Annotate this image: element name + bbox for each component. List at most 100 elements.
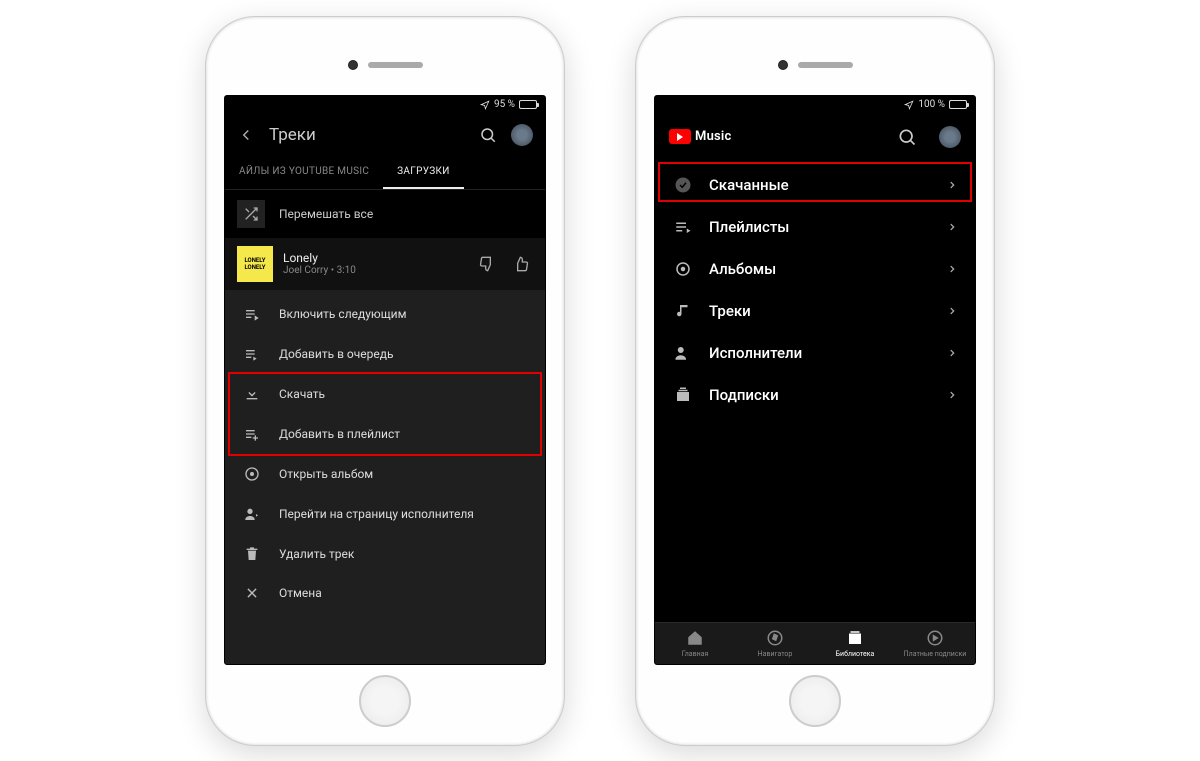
menu-cancel[interactable]: Отмена <box>225 574 545 612</box>
nav-home[interactable]: Главная <box>655 623 735 664</box>
chevron-right-icon <box>947 306 957 316</box>
albums-icon <box>673 260 693 278</box>
nav-label: Платные подписки <box>904 650 967 658</box>
youtube-play-icon <box>669 129 691 144</box>
screen-left: 95 % Треки АЙЛЫ ИЗ YOUTUBE MUSIC ЗАГРУЗК… <box>224 95 546 665</box>
phone-mockup-left: 95 % Треки АЙЛЫ ИЗ YOUTUBE MUSIC ЗАГРУЗК… <box>205 16 565 746</box>
thumb-up-button[interactable] <box>509 256 533 272</box>
youtube-music-logo[interactable]: Music <box>669 129 731 144</box>
battery-text: 100 % <box>918 99 945 110</box>
trash-icon <box>243 546 261 562</box>
queue-icon <box>243 346 261 362</box>
downloaded-icon <box>673 176 693 194</box>
play-next-icon <box>243 306 261 322</box>
search-button[interactable] <box>897 127 917 147</box>
library-item-artists[interactable]: Исполнители <box>655 332 975 374</box>
chevron-right-icon <box>947 222 957 232</box>
location-icon <box>480 100 490 110</box>
chevron-right-icon <box>947 348 957 358</box>
explore-icon <box>766 629 784 647</box>
menu-open-album[interactable]: Открыть альбом <box>225 454 545 494</box>
page-title: Треки <box>269 125 465 145</box>
nav-library[interactable]: Библиотека <box>815 623 895 664</box>
avatar[interactable] <box>939 126 961 148</box>
chevron-right-icon <box>947 180 957 190</box>
avatar[interactable] <box>511 124 533 146</box>
menu-play-next[interactable]: Включить следующим <box>225 294 545 334</box>
library-item-playlists[interactable]: Плейлисты <box>655 206 975 248</box>
phone-mockup-right: 100 % Music Скачанные Плейлисты <box>635 16 995 746</box>
library-item-label: Плейлисты <box>709 218 931 236</box>
artist-icon <box>243 506 261 522</box>
track-artwork: LONELY LONELY <box>237 246 273 282</box>
library-item-label: Скачанные <box>709 176 931 194</box>
playlists-icon <box>673 218 693 236</box>
library-icon <box>846 629 864 647</box>
nav-paid[interactable]: Платные подписки <box>895 623 975 664</box>
nav-label: Навигатор <box>758 650 793 658</box>
front-camera <box>778 60 788 70</box>
app-header: Music <box>655 114 975 160</box>
library-item-label: Треки <box>709 302 931 320</box>
battery-icon <box>519 100 537 109</box>
shuffle-all-row[interactable]: Перемешать все <box>225 190 545 238</box>
track-row[interactable]: LONELY LONELY Lonely Joel Corry • 3:10 <box>225 238 545 290</box>
action-sheet: Включить следующим Добавить в очередь Ск… <box>225 290 545 664</box>
album-icon <box>243 466 261 482</box>
search-button[interactable] <box>479 126 497 144</box>
home-button[interactable] <box>359 675 411 727</box>
page-header: Треки <box>225 114 545 156</box>
brand-text: Music <box>695 129 731 144</box>
playlist-add-icon <box>243 426 261 442</box>
tabs: АЙЛЫ ИЗ YOUTUBE MUSIC ЗАГРУЗКИ <box>225 156 545 190</box>
menu-label: Скачать <box>279 387 325 401</box>
nav-label: Библиотека <box>836 650 875 658</box>
library-item-downloaded[interactable]: Скачанные <box>655 164 975 206</box>
menu-label: Добавить в очередь <box>279 347 394 361</box>
track-title: Lonely <box>283 251 465 265</box>
home-button[interactable] <box>789 675 841 727</box>
menu-goto-artist[interactable]: Перейти на страницу исполнителя <box>225 494 545 534</box>
tab-downloads[interactable]: ЗАГРУЗКИ <box>383 156 464 189</box>
track-meta: Lonely Joel Corry • 3:10 <box>283 251 465 276</box>
earpiece-speaker <box>368 62 423 68</box>
menu-label: Перейти на страницу исполнителя <box>279 507 474 521</box>
location-icon <box>904 100 914 110</box>
back-button[interactable] <box>237 126 255 144</box>
chevron-right-icon <box>947 390 957 400</box>
battery-icon <box>949 100 967 109</box>
download-icon <box>243 386 261 402</box>
library-item-label: Альбомы <box>709 260 931 278</box>
library-item-subscriptions[interactable]: Подписки <box>655 374 975 416</box>
nav-explore[interactable]: Навигатор <box>735 623 815 664</box>
menu-delete-track[interactable]: Удалить трек <box>225 534 545 574</box>
library-item-label: Подписки <box>709 386 931 404</box>
earpiece-speaker <box>798 62 853 68</box>
chevron-right-icon <box>947 264 957 274</box>
bottom-nav: Главная Навигатор Библиотека Платные под… <box>655 622 975 664</box>
library-item-albums[interactable]: Альбомы <box>655 248 975 290</box>
menu-download[interactable]: Скачать <box>225 374 545 414</box>
artists-icon <box>673 344 693 362</box>
menu-label: Отмена <box>279 586 322 600</box>
front-camera <box>348 60 358 70</box>
battery-text: 95 % <box>494 99 515 110</box>
paid-icon <box>926 629 944 647</box>
phone-top-hardware <box>224 35 546 95</box>
status-bar: 95 % <box>225 96 545 114</box>
shuffle-all-label: Перемешать все <box>279 207 373 221</box>
tracks-icon <box>673 302 693 320</box>
nav-label: Главная <box>682 650 709 658</box>
menu-label: Открыть альбом <box>279 467 373 481</box>
library-item-tracks[interactable]: Треки <box>655 290 975 332</box>
status-bar: 100 % <box>655 96 975 114</box>
shuffle-icon <box>237 200 265 228</box>
menu-add-queue[interactable]: Добавить в очередь <box>225 334 545 374</box>
tab-youtube-music[interactable]: АЙЛЫ ИЗ YOUTUBE MUSIC <box>225 156 383 189</box>
menu-add-playlist[interactable]: Добавить в плейлист <box>225 414 545 454</box>
thumb-down-button[interactable] <box>475 256 499 272</box>
screen-right: 100 % Music Скачанные Плейлисты <box>654 95 976 665</box>
library-item-label: Исполнители <box>709 344 931 362</box>
subscriptions-icon <box>673 386 693 404</box>
track-subtitle: Joel Corry • 3:10 <box>283 265 465 276</box>
